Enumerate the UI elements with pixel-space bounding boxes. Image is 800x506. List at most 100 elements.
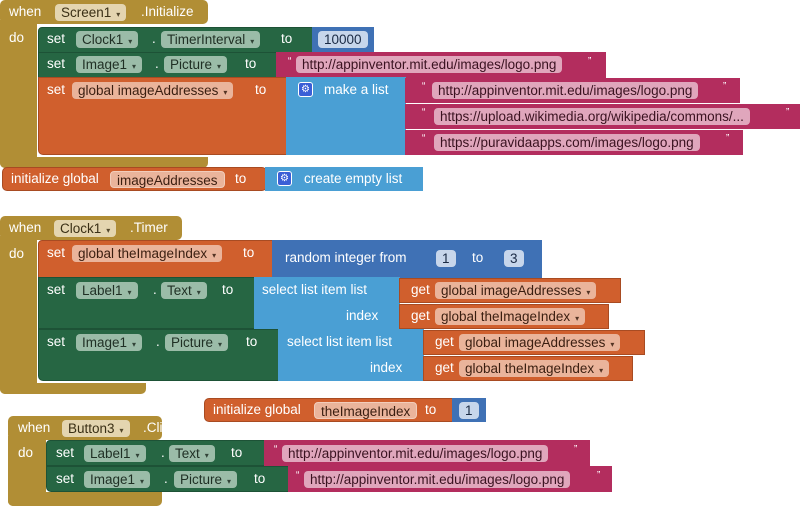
to-label: to xyxy=(246,334,258,349)
get-label: get xyxy=(435,334,454,349)
property-dropdown[interactable]: Text ▾ xyxy=(161,282,207,299)
dropdown-arrow-icon: ▾ xyxy=(610,340,615,349)
text-field[interactable]: http://appinventor.mit.edu/images/logo.p… xyxy=(304,471,571,488)
property-dropdown[interactable]: Text ▾ xyxy=(169,445,215,462)
list-item-text[interactable]: https://upload.wikimedia.org/wikipedia/c… xyxy=(434,108,750,125)
component-dropdown[interactable]: Clock1 ▾ xyxy=(54,220,117,237)
component-dropdown[interactable]: Image1 ▾ xyxy=(84,471,151,488)
property-dropdown[interactable]: Picture ▾ xyxy=(165,334,229,351)
when-label: when xyxy=(9,220,42,235)
select-list-item-label: select list item list xyxy=(287,334,393,349)
variable-dropdown[interactable]: global theImageIndex ▾ xyxy=(459,360,610,377)
random-integer-label: random integer from xyxy=(285,250,407,265)
dropdown-arrow-icon: ▾ xyxy=(106,226,111,235)
list-item-text[interactable]: https://puravidaapps.com/images/logo.png xyxy=(434,134,700,151)
component-dropdown[interactable]: Screen1 ▾ xyxy=(55,4,127,21)
dropdown-arrow-icon: ▾ xyxy=(223,88,228,97)
dropdown-arrow-icon: ▾ xyxy=(127,288,132,297)
component-dropdown[interactable]: Button3 ▾ xyxy=(62,420,130,437)
number-field[interactable]: 10000 xyxy=(318,31,368,48)
component-dropdown[interactable]: Label1 ▾ xyxy=(76,282,138,299)
dot: . xyxy=(161,445,165,460)
property-dropdown[interactable]: TimerInterval ▾ xyxy=(161,31,261,48)
when-label: when xyxy=(9,4,42,19)
variable-name: global theImageIndex xyxy=(78,246,208,261)
variable-dropdown[interactable]: global theImageIndex ▾ xyxy=(72,245,223,262)
property-name: Picture xyxy=(180,472,223,487)
variable-dropdown[interactable]: global imageAddresses ▾ xyxy=(459,334,621,351)
dot: . xyxy=(152,31,156,46)
to-label: to xyxy=(245,56,257,71)
to-label: to xyxy=(425,402,437,417)
variable-dropdown[interactable]: global theImageIndex ▾ xyxy=(435,308,586,325)
list-item-text[interactable]: http://appinventor.mit.edu/images/logo.p… xyxy=(432,82,699,99)
component-dropdown[interactable]: Image1 ▾ xyxy=(76,334,143,351)
dropdown-arrow-icon: ▾ xyxy=(196,288,201,297)
component-name: Button3 xyxy=(68,421,115,436)
component-dropdown[interactable]: Image1 ▾ xyxy=(76,56,143,73)
event-clock1-timer-bottom xyxy=(0,383,146,394)
select-list-item-label: select list item list xyxy=(262,282,368,297)
to-label: to xyxy=(243,245,255,260)
set-label: set xyxy=(47,334,66,349)
dropdown-arrow-icon: ▾ xyxy=(132,340,137,349)
gear-icon[interactable]: ⚙ xyxy=(298,82,313,97)
dropdown-arrow-icon: ▾ xyxy=(575,314,580,323)
component-name: Label1 xyxy=(82,283,123,298)
index-label: index xyxy=(370,360,403,375)
dropdown-arrow-icon: ▾ xyxy=(218,340,223,349)
get-label: get xyxy=(411,308,430,323)
text-field[interactable]: http://appinventor.mit.edu/images/logo.p… xyxy=(296,56,563,73)
component-name: Label1 xyxy=(90,446,131,461)
set-label: set xyxy=(47,282,66,297)
variable-dropdown[interactable]: global imageAddresses ▾ xyxy=(72,82,234,99)
initialize-global-label: initialize global xyxy=(11,171,99,186)
get-label: get xyxy=(411,282,430,297)
dropdown-arrow-icon: ▾ xyxy=(212,251,217,260)
property-dropdown[interactable]: Picture ▾ xyxy=(174,471,238,488)
number-field[interactable]: 1 xyxy=(459,402,479,419)
gear-icon[interactable]: ⚙ xyxy=(277,171,292,186)
component-name: Clock1 xyxy=(60,221,102,236)
set-label: set xyxy=(47,245,66,260)
property-name: TimerInterval xyxy=(167,32,246,47)
dropdown-arrow-icon: ▾ xyxy=(250,37,255,46)
random-from-field[interactable]: 1 xyxy=(436,250,456,267)
dropdown-arrow-icon: ▾ xyxy=(227,477,232,486)
event-name: .Click xyxy=(143,420,176,435)
variable-name: global theImageIndex xyxy=(465,361,595,376)
property-name: Text xyxy=(167,283,192,298)
dot: . xyxy=(164,471,168,486)
dropdown-arrow-icon: ▾ xyxy=(217,62,222,71)
set-label: set xyxy=(47,82,66,97)
text-field[interactable]: http://appinventor.mit.edu/images/logo.p… xyxy=(282,445,549,462)
set-label: set xyxy=(56,471,75,486)
get-label: get xyxy=(435,360,454,375)
property-name: Text xyxy=(175,446,200,461)
to-label: to xyxy=(254,471,266,486)
event-name: .Initialize xyxy=(141,4,194,19)
property-name: Picture xyxy=(170,57,213,72)
dot: . xyxy=(153,282,157,297)
component-dropdown[interactable]: Label1 ▾ xyxy=(84,445,146,462)
component-name: Image1 xyxy=(82,57,128,72)
open-quote-icon: “ xyxy=(422,81,426,92)
component-dropdown[interactable]: Clock1 ▾ xyxy=(76,31,139,48)
close-quote-icon: ” xyxy=(588,56,592,67)
index-label: index xyxy=(346,308,379,323)
property-dropdown[interactable]: Picture ▾ xyxy=(164,56,228,73)
initialize-global-label: initialize global xyxy=(213,402,301,417)
close-quote-icon: ” xyxy=(726,133,730,144)
to-label: to xyxy=(231,445,243,460)
to-label: to xyxy=(235,171,247,186)
component-name: Screen1 xyxy=(61,5,112,20)
random-to-field[interactable]: 3 xyxy=(504,250,524,267)
property-name: Picture xyxy=(171,335,214,350)
dropdown-arrow-icon: ▾ xyxy=(132,62,137,71)
to-label: to xyxy=(222,282,234,297)
variable-name-field[interactable]: theImageIndex xyxy=(314,402,418,419)
variable-name: global theImageIndex xyxy=(441,309,571,324)
variable-dropdown[interactable]: global imageAddresses ▾ xyxy=(435,282,597,299)
variable-name-field[interactable]: imageAddresses xyxy=(110,171,225,188)
create-empty-list-label: create empty list xyxy=(304,171,403,186)
